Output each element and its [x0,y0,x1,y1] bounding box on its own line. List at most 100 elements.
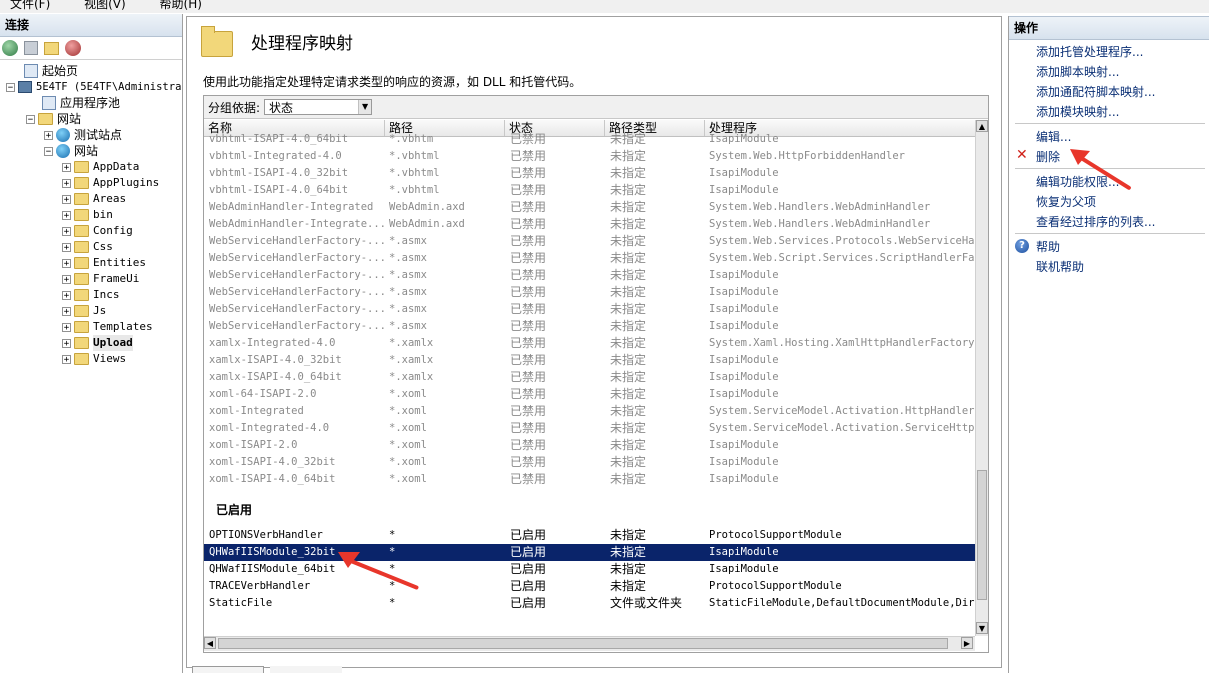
vertical-scrollbar[interactable]: ▲ ▼ [975,120,988,636]
tree-item-app-pools[interactable]: 应用程序池 [42,95,120,111]
expand-icon[interactable]: + [62,178,71,188]
table-row[interactable]: QHWafIISModule_64bit * 已启用 未指定 IsapiModule [204,561,975,578]
table-row[interactable]: xamlx-Integrated-4.0 *.xamlx 已禁用 未指定 System.… [204,335,975,352]
table-row[interactable]: WebServiceHandlerFactory-... *.asmx 已禁用 未指定… [204,284,975,301]
cell-path-type: 未指定 [610,336,647,350]
online-help-link[interactable]: 联机帮助 [1036,258,1084,275]
table-row[interactable]: xamlx-ISAPI-4.0_32bit *.xamlx 已禁用 未指定 IsapiM… [204,352,975,369]
expand-icon[interactable]: + [62,322,71,332]
table-row[interactable]: xamlx-ISAPI-4.0_64bit *.xamlx 已禁用 未指定 IsapiM… [204,369,975,386]
expand-icon[interactable]: + [62,290,71,300]
expand-icon[interactable]: + [62,274,71,284]
tree-folder[interactable]: + Css [62,239,113,255]
delete-link[interactable]: 删除 [1036,148,1060,165]
cell-handler: IsapiModule [709,473,779,485]
table-row[interactable]: xoml-ISAPI-4.0_64bit *.xoml 已禁用 未指定 IsapiMod… [204,471,975,488]
tree-folder-selected[interactable]: + Upload [62,335,133,351]
expand-icon[interactable]: + [62,242,71,252]
add-script-map-link[interactable]: 添加脚本映射... [1036,63,1119,80]
edit-link[interactable]: 编辑... [1036,128,1071,145]
tree-item-test-site[interactable]: + 测试站点 [44,127,122,143]
tree-label: Config [93,224,133,237]
add-managed-handler-link[interactable]: 添加托管处理程序... [1036,43,1143,60]
table-row[interactable]: WebServiceHandlerFactory-... *.asmx 已禁用 未指定… [204,250,975,267]
table-row[interactable]: xoml-ISAPI-2.0 *.xoml 已禁用 未指定 IsapiModule [204,437,975,454]
table-row[interactable]: vbhtml-Integrated-4.0 *.vbhtml 已禁用 未指定 Syste… [204,148,975,165]
cell-name: xoml-Integrated [209,405,304,417]
tree-folder[interactable]: + Areas [62,191,126,207]
expand-icon[interactable]: + [62,162,71,172]
tree-folder[interactable]: + AppPlugins [62,175,159,191]
table-row[interactable]: WebServiceHandlerFactory-... *.asmx 已禁用 未指定… [204,233,975,250]
table-row[interactable]: OPTIONSVerbHandler * 已启用 未指定 ProtocolSupport… [204,527,975,544]
revert-to-parent-link[interactable]: 恢复为父项 [1036,193,1096,210]
view-ordered-list-link[interactable]: 查看经过排序的列表... [1036,213,1155,230]
expand-icon[interactable]: + [62,354,71,364]
tree-folder[interactable]: + AppData [62,159,139,175]
table-row[interactable]: WebAdminHandler-Integrated WebAdmin.axd 已禁… [204,199,975,216]
expand-icon[interactable]: + [44,130,53,140]
collapse-icon[interactable]: − [26,114,35,124]
folder-icon [74,241,89,253]
help-link[interactable]: 帮助 [1036,238,1060,255]
cell-state: 已禁用 [510,370,547,384]
folder-icon [201,26,233,57]
table-row[interactable]: vbhtml-ISAPI-4.0_64bit *.vbhtm 已禁用 未指定 Isapi… [204,131,975,148]
add-module-map-link[interactable]: 添加模块映射... [1036,103,1119,120]
expand-icon[interactable]: + [62,210,71,220]
up-folder-icon[interactable] [44,41,59,55]
tree-folder[interactable]: + Config [62,223,133,239]
tree-folder[interactable]: + Views [62,351,126,367]
table-row[interactable]: xoml-64-ISAPI-2.0 *.xoml 已禁用 未指定 IsapiModule [204,386,975,403]
tree-folder[interactable]: + FrameUi [62,271,139,287]
scroll-thumb[interactable] [977,470,987,600]
menu-file[interactable]: 文件(F) [10,0,50,11]
collapse-icon[interactable]: − [44,146,53,156]
expand-icon[interactable]: + [62,258,71,268]
tab-content-view[interactable] [270,666,342,673]
expand-icon[interactable]: + [62,226,71,236]
group-by-dropdown[interactable]: 状态 ▼ [264,99,373,115]
tree-folder[interactable]: + Js [62,303,106,319]
table-row[interactable]: WebServiceHandlerFactory-... *.asmx 已禁用 未指定… [204,318,975,335]
table-row[interactable]: WebServiceHandlerFactory-... *.asmx 已禁用 未指定… [204,301,975,318]
scroll-left-icon[interactable]: ◀ [204,637,216,649]
tree-item-start-page[interactable]: 起始页 [24,63,78,79]
scroll-up-icon[interactable]: ▲ [976,120,988,132]
connect-globe-icon[interactable] [2,40,18,56]
table-row[interactable]: xoml-ISAPI-4.0_32bit *.xoml 已禁用 未指定 IsapiMod… [204,454,975,471]
scroll-right-icon[interactable]: ▶ [961,637,973,649]
expand-icon[interactable]: + [62,306,71,316]
connections-panel: 连接 起始页 − 5E4TF (5E4TF\Administra 应用程序池 −… [0,14,183,673]
menu-help[interactable]: 帮助(H) [160,0,202,11]
cell-path: *.asmx [389,269,427,281]
horizontal-scrollbar[interactable]: ◀ ▶ [204,636,975,651]
disconnect-icon[interactable] [65,40,81,56]
scroll-thumb[interactable] [218,638,948,649]
table-row[interactable]: WebServiceHandlerFactory-... *.asmx 已禁用 未指定… [204,267,975,284]
table-row-selected[interactable]: QHWafIISModule_32bit * 已启用 未指定 IsapiModule [204,544,975,561]
tree-folder[interactable]: + Incs [62,287,120,303]
table-row[interactable]: TRACEVerbHandler * 已启用 未指定 ProtocolSupportMo… [204,578,975,595]
expand-icon[interactable]: + [62,338,71,348]
table-row[interactable]: xoml-Integrated-4.0 *.xoml 已禁用 未指定 System.Se… [204,420,975,437]
cell-path: *.xoml [389,388,427,400]
table-row[interactable]: vbhtml-ISAPI-4.0_32bit *.vbhtml 已禁用 未指定 Isap… [204,165,975,182]
table-row[interactable]: WebAdminHandler-Integrate... WebAdmin.axd… [204,216,975,233]
tree-folder[interactable]: + bin [62,207,113,223]
tab-features-view[interactable] [192,666,264,673]
expand-icon[interactable]: + [62,194,71,204]
tree-item-server[interactable]: − 5E4TF (5E4TF\Administra [6,79,181,95]
add-wildcard-script-map-link[interactable]: 添加通配符脚本映射... [1036,83,1155,100]
collapse-icon[interactable]: − [6,82,15,92]
save-icon[interactable] [24,41,38,55]
menu-view[interactable]: 视图(V) [84,0,126,11]
tree-folder[interactable]: + Templates [62,319,153,335]
scroll-down-icon[interactable]: ▼ [976,622,988,634]
table-row[interactable]: vbhtml-ISAPI-4.0_64bit *.vbhtml 已禁用 未指定 Isap… [204,182,975,199]
tree-item-sites[interactable]: − 网站 [26,111,81,127]
table-row[interactable]: StaticFile * 已启用 文件或文件夹 StaticFileModule,Def… [204,595,975,612]
table-row[interactable]: xoml-Integrated *.xoml 已禁用 未指定 System.Servic… [204,403,975,420]
tree-item-site[interactable]: − 网站 [44,143,98,159]
tree-folder[interactable]: + Entities [62,255,146,271]
